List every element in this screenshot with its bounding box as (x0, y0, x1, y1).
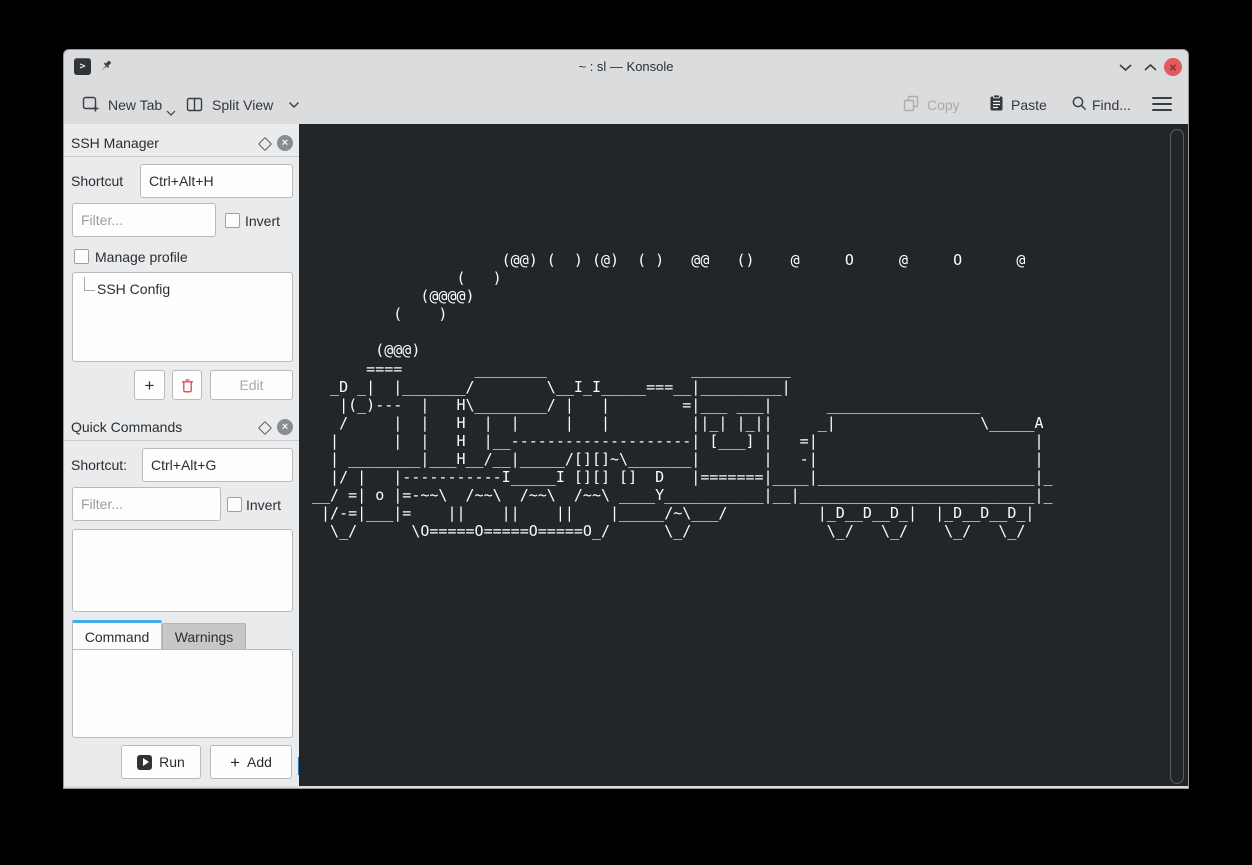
tree-branch-icon (84, 277, 95, 291)
paste-icon[interactable] (988, 94, 1005, 112)
maximize-icon[interactable] (1143, 63, 1158, 72)
hamburger-menu-icon[interactable] (1152, 97, 1172, 111)
tab-warnings-label: Warnings (175, 629, 234, 645)
ssh-shortcut-field[interactable] (140, 164, 293, 198)
add-command-button[interactable]: + Add (210, 745, 292, 779)
shortcut-label: Shortcut (71, 173, 123, 189)
minimize-icon[interactable] (1118, 63, 1133, 72)
konsole-window: > ~ : sl — Konsole × (64, 50, 1188, 788)
find-button[interactable]: Find... (1092, 97, 1131, 113)
trash-icon (181, 378, 194, 393)
run-button[interactable]: Run (121, 745, 201, 779)
titlebar[interactable]: > ~ : sl — Konsole × (64, 50, 1188, 84)
panel-separator (64, 156, 299, 157)
close-panel-icon[interactable]: × (277, 135, 293, 151)
ssh-manager-panel-title: SSH Manager (71, 135, 159, 151)
ascii-train: (@@) ( ) (@) ( ) @@ () @ O @ O @ ( ) (@@… (312, 251, 1053, 541)
edit-button-label: Edit (239, 377, 263, 393)
copy-icon (903, 95, 920, 112)
ssh-add-button[interactable]: + (134, 370, 165, 400)
ssh-config-tree[interactable]: SSH Config (72, 272, 293, 362)
new-tab-button[interactable]: New Tab (108, 97, 162, 113)
split-view-button[interactable]: Split View (212, 97, 273, 113)
tree-item-ssh-config[interactable]: SSH Config (97, 281, 170, 297)
terminal[interactable]: (@@) ( ) (@) ( ) @@ () @ O @ O @ ( ) (@@… (299, 124, 1188, 786)
new-tab-icon[interactable] (82, 95, 99, 112)
window-title: ~ : sl — Konsole (64, 59, 1188, 74)
tab-warnings[interactable]: Warnings (162, 623, 246, 650)
close-panel-icon[interactable]: × (277, 419, 293, 435)
add-icon: + (145, 377, 155, 394)
ssh-invert-checkbox[interactable] (225, 213, 240, 228)
new-tab-dropdown-chevron-icon[interactable] (166, 110, 176, 116)
qc-filter-input[interactable] (72, 487, 221, 521)
split-view-dropdown-chevron-icon[interactable] (288, 101, 300, 109)
manage-profile-label: Manage profile (95, 249, 188, 265)
tab-command-label: Command (85, 629, 150, 645)
panel-separator (64, 440, 299, 441)
paste-button[interactable]: Paste (1011, 97, 1047, 113)
qc-shortcut-label: Shortcut: (71, 457, 127, 473)
screen: > ~ : sl — Konsole × (0, 0, 1252, 865)
manage-profile-checkbox[interactable] (74, 249, 89, 264)
qc-command-editor[interactable] (72, 649, 293, 738)
run-button-label: Run (159, 754, 185, 770)
copy-button: Copy (927, 97, 960, 113)
qc-invert-checkbox[interactable] (227, 497, 242, 512)
qc-command-list[interactable] (72, 529, 293, 612)
qc-invert-label: Invert (246, 497, 281, 513)
ssh-edit-button: Edit (210, 370, 293, 400)
qc-shortcut-field[interactable] (142, 448, 293, 482)
ssh-invert-label: Invert (245, 213, 280, 229)
ssh-filter-input[interactable] (72, 203, 216, 237)
add-button-label: Add (247, 754, 272, 770)
split-view-icon[interactable] (186, 96, 203, 113)
terminal-scrollbar[interactable] (1170, 129, 1184, 784)
quick-commands-panel-title: Quick Commands (71, 419, 182, 435)
close-icon[interactable]: × (1164, 58, 1182, 76)
run-play-icon (137, 755, 152, 770)
search-icon[interactable] (1071, 95, 1088, 112)
plus-icon: + (230, 754, 240, 771)
main-toolbar: New Tab Split View Copy (64, 84, 1188, 124)
ssh-delete-button[interactable] (172, 370, 202, 400)
tab-command[interactable]: Command (72, 620, 162, 650)
